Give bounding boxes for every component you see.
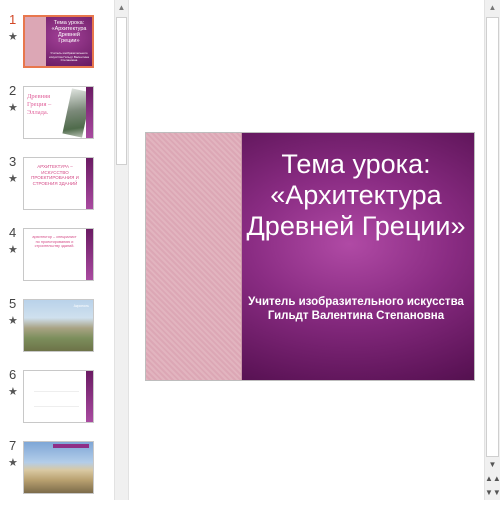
scroll-up-icon[interactable]: ▲	[115, 0, 128, 16]
thumbnail-image: архитектор – специалист по проектировани…	[23, 228, 94, 281]
animation-star-icon: ★	[8, 315, 18, 327]
slide-thumb-1[interactable]: 1 ★ Тема урока: «Архитектура Древней Гре…	[0, 12, 114, 85]
thumbnail-image: АРХИТЕКТУРА – ИСКУССТВО ПРОЕКТИРОВАНИЯ И…	[23, 157, 94, 210]
presentation-window: 1 ★ Тема урока: «Архитектура Древней Гре…	[0, 0, 500, 500]
thumbnail-scrollbar[interactable]: ▲	[114, 0, 129, 500]
thumb-label: Акрополь	[73, 304, 89, 308]
slide-thumb-4[interactable]: 4 ★ архитектор – специалист по проектиро…	[0, 225, 114, 298]
scroll-down-icon[interactable]: ▼	[485, 458, 500, 472]
slide-thumb-3[interactable]: 3 ★ АРХИТЕКТУРА – ИСКУССТВО ПРОЕКТИРОВАН…	[0, 154, 114, 227]
animation-star-icon: ★	[8, 386, 18, 398]
thumb-text: АРХИТЕКТУРА – ИСКУССТВО ПРОЕКТИРОВАНИЯ И…	[31, 164, 79, 186]
slide-number: 1	[9, 12, 17, 27]
slide-number: 5	[9, 296, 17, 311]
thumb-photo	[24, 442, 93, 493]
thumbnail-image: Тема урока: «Архитектура Древней Греции»…	[23, 15, 94, 68]
animation-star-icon: ★	[8, 457, 18, 469]
current-slide[interactable]: Тема урока: «Архитектура Древней Греции»…	[145, 132, 475, 381]
slide-pattern-band	[146, 133, 242, 380]
slide-thumb-6[interactable]: 6 ★	[0, 367, 114, 440]
animation-star-icon: ★	[8, 244, 18, 256]
slide-number: 7	[9, 438, 17, 453]
thumb-accent-bar	[86, 87, 93, 138]
thumb-pattern-band	[25, 17, 46, 66]
slide-title[interactable]: Тема урока: «Архитектура Древней Греции»	[246, 149, 466, 242]
thumb-accent-bar	[86, 371, 93, 422]
thumb-text: Древняя Греция – Эллада.	[27, 93, 52, 116]
thumbnail-image	[23, 370, 94, 423]
slide-number: 3	[9, 154, 17, 169]
thumb-header-bar	[53, 444, 89, 448]
scrollbar-thumb[interactable]	[486, 17, 499, 457]
thumbnail-image: Древняя Греция – Эллада.	[23, 86, 94, 139]
slide-thumbnail-pane: 1 ★ Тема урока: «Архитектура Древней Гре…	[0, 0, 114, 500]
thumb-title: Тема урока: «Архитектура Древней Греции»	[51, 20, 87, 44]
slide-number: 6	[9, 367, 17, 382]
animation-star-icon: ★	[8, 102, 18, 114]
thumbnail-image: Акрополь	[23, 299, 94, 352]
next-slide-icon[interactable]: ▼▼	[485, 486, 500, 500]
animation-star-icon: ★	[8, 173, 18, 185]
thumb-text: архитектор – специалист по проектировани…	[32, 235, 77, 249]
thumb-subtitle: Учитель изобразительного искусства Гильд…	[49, 51, 89, 62]
slide-thumb-7[interactable]: 7 ★	[0, 438, 114, 511]
editor-scrollbar[interactable]: ▲ ▼ ▲▲ ▼▼	[484, 0, 500, 500]
thumb-faint-text	[34, 391, 79, 407]
thumb-accent-bar	[86, 229, 93, 280]
scroll-up-icon[interactable]: ▲	[485, 0, 500, 16]
slide-number: 4	[9, 225, 17, 240]
previous-slide-icon[interactable]: ▲▲	[485, 472, 500, 486]
slide-thumb-2[interactable]: 2 ★ Древняя Греция – Эллада.	[0, 83, 114, 156]
thumbnail-image	[23, 441, 94, 494]
thumb-accent-bar	[86, 158, 93, 209]
animation-star-icon: ★	[8, 31, 18, 43]
slide-number: 2	[9, 83, 17, 98]
slide-subtitle[interactable]: Учитель изобразительного искусства Гильд…	[246, 295, 466, 323]
slide-editing-area: Тема урока: «Архитектура Древней Греции»…	[129, 0, 484, 500]
slide-thumb-5[interactable]: 5 ★ Акрополь	[0, 296, 114, 369]
scrollbar-thumb[interactable]	[116, 17, 127, 165]
